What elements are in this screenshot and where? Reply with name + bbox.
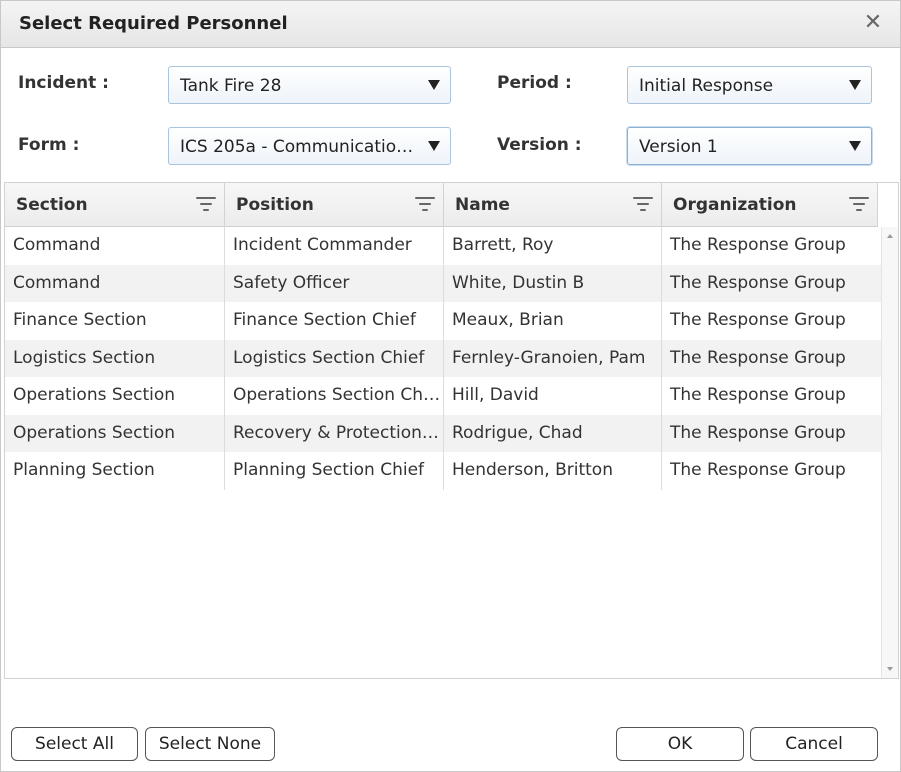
table-row[interactable]: Operations Section Recovery & Protection… xyxy=(5,414,883,452)
table-row[interactable]: Command Safety Officer White, Dustin B T… xyxy=(5,264,883,302)
cell-section: Command xyxy=(5,227,225,265)
scroll-down-icon[interactable] xyxy=(887,667,893,671)
column-header-label: Position xyxy=(236,195,314,215)
column-header-organization[interactable]: Organization xyxy=(662,183,878,227)
cell-section: Command xyxy=(5,264,225,302)
grid-header: Section Position Name Organization xyxy=(5,183,878,227)
cell-name: Hill, David xyxy=(444,377,662,415)
incident-label: Incident : xyxy=(18,73,109,93)
column-header-label: Section xyxy=(16,195,88,215)
form-label: Form : xyxy=(18,135,80,155)
filter-icon[interactable] xyxy=(633,197,653,213)
incident-value: Tank Fire 28 xyxy=(180,76,282,96)
column-header-label: Name xyxy=(455,195,510,215)
chevron-down-icon xyxy=(428,141,440,151)
scroll-up-icon[interactable] xyxy=(887,234,893,238)
cell-position: Planning Section Chief xyxy=(225,452,444,490)
cell-position: Incident Commander xyxy=(225,227,444,265)
table-row[interactable]: Operations Section Operations Section Ch… xyxy=(5,377,883,415)
period-value: Initial Response xyxy=(639,76,774,96)
cell-position: Recovery & Protection Branch Director xyxy=(225,414,444,452)
personnel-grid: Section Position Name Organization Comma… xyxy=(4,182,899,679)
form-dropdown[interactable]: ICS 205a - Communications List xyxy=(168,127,451,165)
cell-name: Fernley-Granoien, Pam xyxy=(444,339,662,377)
version-value: Version 1 xyxy=(639,137,718,157)
ok-button[interactable]: OK xyxy=(616,727,744,761)
chevron-down-icon xyxy=(849,80,861,90)
cell-organization: The Response Group xyxy=(662,339,883,377)
cell-name: Meaux, Brian xyxy=(444,302,662,340)
cell-section: Logistics Section xyxy=(5,339,225,377)
filter-icon[interactable] xyxy=(196,197,216,213)
table-row[interactable]: Finance Section Finance Section Chief Me… xyxy=(5,302,883,340)
cell-name: White, Dustin B xyxy=(444,264,662,302)
cell-position: Operations Section Chief xyxy=(225,377,444,415)
filter-icon[interactable] xyxy=(849,197,869,213)
period-label: Period : xyxy=(497,73,572,93)
chevron-down-icon xyxy=(428,80,440,90)
cancel-button[interactable]: Cancel xyxy=(750,727,878,761)
cell-organization: The Response Group xyxy=(662,227,883,265)
cell-name: Henderson, Britton xyxy=(444,452,662,490)
column-header-name[interactable]: Name xyxy=(444,183,662,227)
cell-organization: The Response Group xyxy=(662,377,883,415)
cell-position: Finance Section Chief xyxy=(225,302,444,340)
cell-organization: The Response Group xyxy=(662,452,883,490)
version-dropdown[interactable]: Version 1 xyxy=(627,127,872,165)
chevron-down-icon xyxy=(849,141,861,151)
cell-section: Operations Section xyxy=(5,414,225,452)
version-label: Version : xyxy=(497,135,582,155)
cell-organization: The Response Group xyxy=(662,302,883,340)
column-header-section[interactable]: Section xyxy=(5,183,225,227)
incident-dropdown[interactable]: Tank Fire 28 xyxy=(168,66,451,104)
cell-section: Finance Section xyxy=(5,302,225,340)
form-value: ICS 205a - Communications List xyxy=(180,137,451,157)
dialog-titlebar: Select Required Personnel ✕ xyxy=(1,1,900,48)
select-none-button[interactable]: Select None xyxy=(145,727,275,761)
column-header-position[interactable]: Position xyxy=(225,183,444,227)
period-dropdown[interactable]: Initial Response xyxy=(627,66,872,104)
table-row[interactable]: Planning Section Planning Section Chief … xyxy=(5,452,883,490)
cell-name: Rodrigue, Chad xyxy=(444,414,662,452)
cell-organization: The Response Group xyxy=(662,264,883,302)
select-personnel-dialog: Select Required Personnel ✕ Incident : T… xyxy=(0,0,901,772)
cell-section: Operations Section xyxy=(5,377,225,415)
column-header-label: Organization xyxy=(673,195,797,215)
cell-section: Planning Section xyxy=(5,452,225,490)
select-all-button[interactable]: Select All xyxy=(11,727,138,761)
cell-organization: The Response Group xyxy=(662,414,883,452)
table-row[interactable]: Logistics Section Logistics Section Chie… xyxy=(5,339,883,377)
table-row[interactable]: Command Incident Commander Barrett, Roy … xyxy=(5,227,883,265)
vertical-scrollbar[interactable] xyxy=(881,227,898,678)
cell-position: Safety Officer xyxy=(225,264,444,302)
cell-position: Logistics Section Chief xyxy=(225,339,444,377)
cell-name: Barrett, Roy xyxy=(444,227,662,265)
filter-icon[interactable] xyxy=(415,197,435,213)
dialog-title: Select Required Personnel xyxy=(19,13,288,34)
close-icon[interactable]: ✕ xyxy=(863,12,883,34)
